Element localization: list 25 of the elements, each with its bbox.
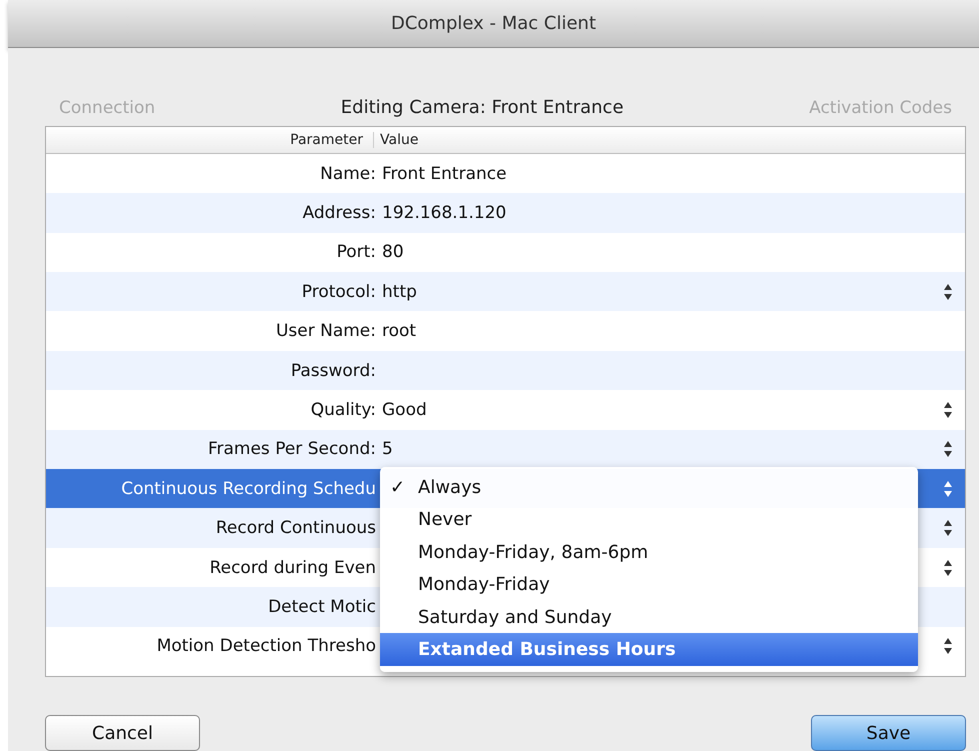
parameter-label: Address: <box>302 203 376 223</box>
parameter-label: Record during Even <box>208 558 376 578</box>
parameter-label: Quality: <box>310 400 376 420</box>
parameter-label: Port: <box>336 242 376 262</box>
tab-label: Activation Codes <box>809 98 952 118</box>
parameter-label: User Name: <box>274 321 376 342</box>
parameter-label: Detect Motic <box>267 596 376 617</box>
checkmark-icon: ✓ <box>390 476 406 498</box>
value-cell: root <box>382 321 416 342</box>
tab-label: Connection <box>59 98 156 118</box>
value-cell: 80 <box>382 242 404 262</box>
value-cell: 5 <box>382 439 393 460</box>
parameter-label: Motion Detection Thresho <box>156 636 376 656</box>
parameter-label: Record Continuous <box>214 518 376 538</box>
parameter-label: Name: <box>319 164 376 184</box>
parameter-label: Continuous Recording Schedu <box>120 478 376 499</box>
window-title: DComplex - Mac Client <box>390 12 596 34</box>
parameter-label: Frames Per Second: <box>206 439 376 460</box>
value-cell: http <box>382 282 417 302</box>
parameter-label: Password: <box>290 360 376 381</box>
parameter-label: Protocol: <box>300 282 376 302</box>
value-cell: Front Entrance <box>382 164 507 184</box>
sheet-title: Editing Camera: Front Entrance <box>340 96 624 118</box>
value-cell: 192.168.1.120 <box>382 203 506 223</box>
value-cell: Good <box>382 400 427 420</box>
